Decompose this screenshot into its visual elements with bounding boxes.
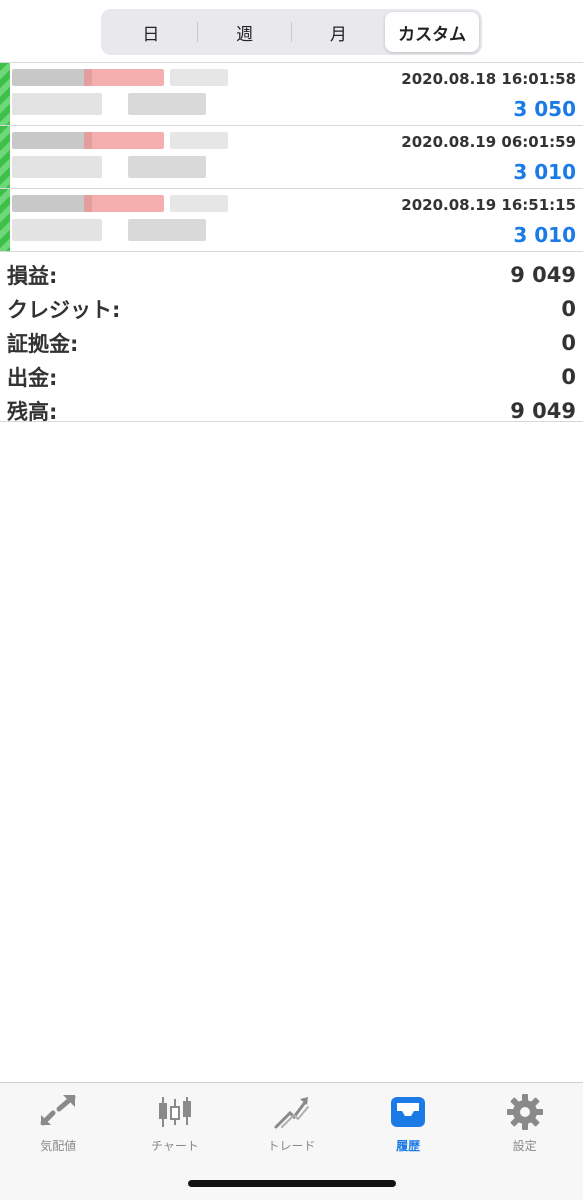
blurred-symbol — [12, 69, 92, 86]
summary-label: クレジット: — [7, 298, 121, 322]
tab-day[interactable]: 日 — [104, 12, 198, 52]
tab-label: 設定 — [512, 1139, 537, 1153]
buy-stripe — [0, 189, 10, 251]
blurred-symbol — [12, 132, 92, 149]
tab-week[interactable]: 週 — [198, 12, 292, 52]
tab-custom[interactable]: カスタム — [385, 12, 479, 52]
tab-label: チャート — [150, 1139, 199, 1153]
blurred-price-open — [12, 156, 102, 178]
deal-row[interactable]: 2020.08.19 06:01:59 3 010 — [0, 126, 583, 189]
chart-icon — [155, 1093, 195, 1131]
deal-time: 2020.08.19 16:51:15 — [401, 196, 576, 214]
summary-deposit-row: 証拠金: 0 — [7, 326, 576, 360]
deal-row[interactable]: 2020.08.18 16:01:58 3 050 — [0, 63, 583, 126]
deal-time: 2020.08.19 06:01:59 — [401, 133, 576, 151]
deal-row[interactable]: 2020.08.19 16:51:15 3 010 — [0, 189, 583, 252]
blurred-type — [84, 195, 164, 212]
history-icon — [388, 1093, 428, 1131]
period-segmented-control: 日 週 月 カスタム — [101, 9, 482, 55]
home-indicator — [188, 1180, 396, 1187]
summary-label: 証拠金: — [7, 332, 79, 356]
summary-balance-row: 残高: 9 049 — [7, 394, 576, 428]
quotes-icon — [38, 1093, 78, 1131]
blurred-volume — [170, 69, 228, 86]
deal-profit: 3 010 — [513, 223, 576, 247]
blurred-type — [84, 132, 164, 149]
blurred-type — [84, 69, 164, 86]
deal-profit: 3 010 — [513, 160, 576, 184]
deal-list: 2020.08.18 16:01:58 3 050 2020.08.19 06:… — [0, 62, 583, 252]
tab-label: トレード — [267, 1139, 316, 1153]
summary-credit-row: クレジット: 0 — [7, 292, 576, 326]
tab-quotes[interactable]: 気配値 — [0, 1083, 117, 1200]
summary-label: 損益: — [7, 264, 58, 288]
summary-value: 0 — [561, 365, 576, 389]
blurred-price-close — [128, 219, 206, 241]
buy-stripe — [0, 63, 10, 125]
summary-value: 0 — [561, 331, 576, 355]
tab-label: 気配値 — [40, 1139, 77, 1153]
blurred-symbol — [12, 195, 92, 212]
deal-profit: 3 050 — [513, 97, 576, 121]
blurred-price-close — [128, 93, 206, 115]
summary-value: 9 049 — [510, 399, 576, 423]
account-summary: 損益: 9 049 クレジット: 0 証拠金: 0 出金: 0 残高: 9 04… — [0, 258, 583, 424]
tab-month[interactable]: 月 — [292, 12, 386, 52]
summary-value: 9 049 — [510, 263, 576, 287]
deal-time: 2020.08.18 16:01:58 — [401, 70, 576, 88]
blurred-price-open — [12, 93, 102, 115]
tab-settings[interactable]: 設定 — [466, 1083, 583, 1200]
blurred-volume — [170, 132, 228, 149]
blurred-price-open — [12, 219, 102, 241]
summary-label: 出金: — [7, 366, 58, 390]
summary-profit-row: 損益: 9 049 — [7, 258, 576, 292]
summary-withdraw-row: 出金: 0 — [7, 360, 576, 394]
blurred-volume — [170, 195, 228, 212]
tab-label: 履歴 — [396, 1139, 421, 1153]
blurred-price-close — [128, 156, 206, 178]
trade-icon — [271, 1093, 311, 1131]
summary-label: 残高: — [7, 400, 58, 424]
buy-stripe — [0, 126, 10, 188]
settings-icon — [505, 1093, 545, 1131]
summary-value: 0 — [561, 297, 576, 321]
